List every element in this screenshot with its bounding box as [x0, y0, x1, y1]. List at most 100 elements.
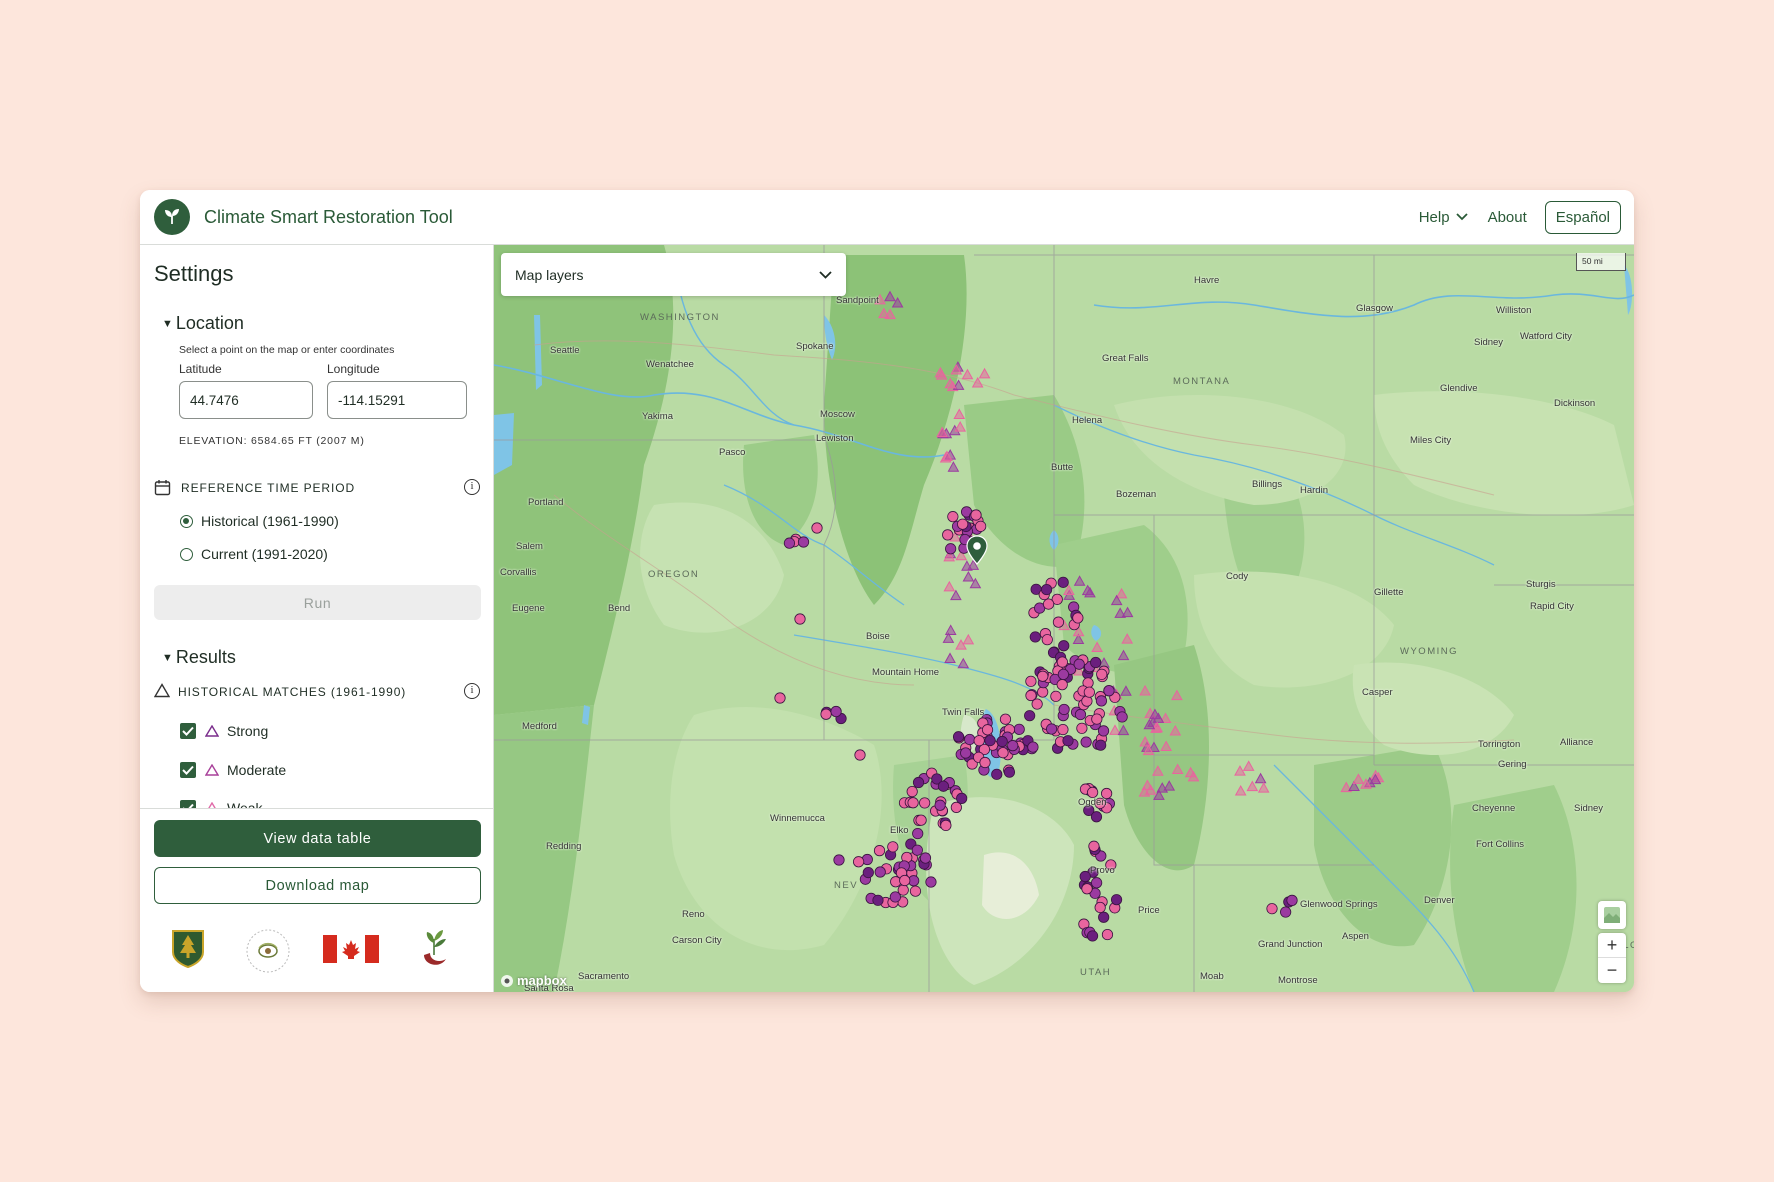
match-point-marker[interactable]: [997, 747, 1009, 759]
match-point-marker[interactable]: [1037, 670, 1049, 682]
filter-moderate[interactable]: Moderate: [180, 762, 286, 778]
match-point-marker[interactable]: [1007, 740, 1019, 752]
match-point-marker[interactable]: [919, 852, 932, 864]
match-point-marker[interactable]: [1091, 877, 1103, 889]
results-section-toggle[interactable]: ▼ Results: [162, 647, 236, 668]
match-point-marker[interactable]: [1080, 736, 1092, 748]
match-point-marker[interactable]: [1050, 690, 1062, 702]
match-point-marker[interactable]: [911, 844, 923, 856]
match-point-marker[interactable]: [1081, 883, 1093, 895]
match-point-marker[interactable]: [999, 713, 1012, 725]
match-point-marker[interactable]: [1027, 741, 1039, 753]
match-point-marker[interactable]: [783, 537, 796, 549]
match-point-marker[interactable]: [1037, 686, 1049, 698]
match-triangle-marker[interactable]: [1152, 765, 1164, 776]
match-point-marker[interactable]: [1072, 612, 1084, 624]
match-point-marker[interactable]: [1286, 894, 1298, 906]
match-point-marker[interactable]: [937, 780, 950, 792]
filter-strong[interactable]: Strong: [180, 723, 268, 739]
match-point-marker[interactable]: [1091, 713, 1103, 725]
match-point-marker[interactable]: [1041, 634, 1053, 646]
match-point-marker[interactable]: [947, 511, 959, 523]
view-data-table-button[interactable]: View data table: [154, 820, 481, 857]
match-triangle-marker[interactable]: [1352, 773, 1365, 784]
match-point-marker[interactable]: [981, 724, 994, 736]
match-triangle-marker[interactable]: [878, 307, 890, 319]
match-triangle-marker[interactable]: [1171, 763, 1184, 775]
match-point-marker[interactable]: [1056, 656, 1068, 668]
match-point-marker[interactable]: [945, 543, 957, 555]
match-triangle-marker[interactable]: [950, 589, 962, 601]
match-point-marker[interactable]: [872, 894, 884, 906]
match-point-marker[interactable]: [1079, 870, 1091, 883]
mapbox-attribution[interactable]: mapbox: [500, 973, 567, 988]
match-point-marker[interactable]: [1266, 903, 1278, 915]
match-point-marker[interactable]: [907, 797, 919, 809]
match-point-marker[interactable]: [1094, 901, 1106, 914]
match-triangle-marker[interactable]: [961, 368, 974, 380]
download-map-button[interactable]: Download map: [154, 867, 481, 904]
match-point-marker[interactable]: [1057, 723, 1069, 736]
match-triangle-marker[interactable]: [1242, 760, 1255, 771]
match-point-marker[interactable]: [1042, 598, 1055, 610]
location-pin-icon[interactable]: [966, 535, 988, 565]
match-point-marker[interactable]: [957, 518, 969, 530]
match-point-marker[interactable]: [912, 827, 924, 840]
match-triangle-marker[interactable]: [1109, 724, 1121, 735]
longitude-input[interactable]: [327, 381, 467, 419]
match-point-marker[interactable]: [873, 845, 886, 857]
match-triangle-marker[interactable]: [944, 652, 956, 663]
match-point-marker[interactable]: [1076, 722, 1088, 734]
match-point-marker[interactable]: [1045, 723, 1058, 735]
zoom-in-button[interactable]: +: [1598, 933, 1626, 958]
match-point-marker[interactable]: [1031, 698, 1043, 710]
match-point-marker[interactable]: [979, 756, 991, 769]
match-point-marker[interactable]: [942, 529, 954, 541]
match-point-marker[interactable]: [1056, 679, 1068, 691]
match-point-marker[interactable]: [811, 522, 823, 534]
radio-current[interactable]: Current (1991-2020): [180, 546, 328, 562]
match-point-marker[interactable]: [1086, 930, 1099, 942]
info-icon[interactable]: i: [464, 479, 480, 495]
map-layers-dropdown[interactable]: Map layers: [501, 253, 846, 296]
match-point-marker[interactable]: [1058, 640, 1070, 652]
match-point-marker[interactable]: [1041, 583, 1053, 596]
match-point-marker[interactable]: [915, 814, 927, 826]
radio-historical[interactable]: Historical (1961-1990): [180, 513, 339, 529]
match-point-marker[interactable]: [1052, 616, 1065, 628]
match-point-marker[interactable]: [1058, 703, 1070, 716]
match-point-marker[interactable]: [1057, 576, 1069, 588]
match-point-marker[interactable]: [925, 876, 937, 888]
match-point-marker[interactable]: [1073, 658, 1085, 670]
match-point-marker[interactable]: [1003, 766, 1016, 778]
match-point-marker[interactable]: [830, 705, 842, 718]
radio-button[interactable]: [180, 547, 193, 561]
match-point-marker[interactable]: [899, 874, 911, 887]
match-point-marker[interactable]: [874, 866, 886, 878]
match-point-marker[interactable]: [862, 866, 874, 879]
match-point-marker[interactable]: [1074, 708, 1087, 721]
match-point-marker[interactable]: [960, 747, 972, 759]
match-triangle-marker[interactable]: [962, 570, 975, 582]
match-point-marker[interactable]: [1097, 725, 1110, 737]
match-point-marker[interactable]: [854, 749, 866, 761]
match-triangle-marker[interactable]: [1114, 607, 1127, 618]
match-point-marker[interactable]: [950, 801, 962, 813]
match-point-marker[interactable]: [975, 520, 987, 532]
help-menu[interactable]: Help: [1419, 209, 1468, 226]
match-triangle-marker[interactable]: [1169, 724, 1182, 736]
match-point-marker[interactable]: [919, 797, 931, 809]
match-triangle-marker[interactable]: [944, 624, 957, 635]
checkbox-checked[interactable]: [180, 762, 196, 778]
match-point-marker[interactable]: [852, 856, 865, 868]
match-point-marker[interactable]: [1116, 711, 1128, 723]
match-triangle-marker[interactable]: [943, 580, 956, 592]
match-point-marker[interactable]: [964, 733, 976, 746]
match-triangle-marker[interactable]: [1234, 784, 1247, 796]
match-point-marker[interactable]: [973, 735, 985, 747]
language-toggle-button[interactable]: Español: [1544, 200, 1621, 234]
match-triangle-marker[interactable]: [1115, 587, 1128, 599]
match-point-marker[interactable]: [1095, 695, 1108, 707]
run-button[interactable]: Run: [154, 585, 481, 620]
match-point-marker[interactable]: [1090, 811, 1103, 823]
